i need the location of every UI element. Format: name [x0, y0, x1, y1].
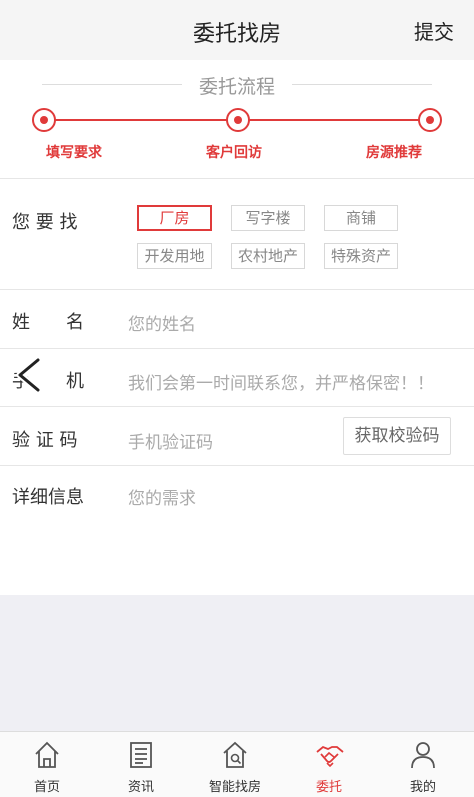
- tab-news[interactable]: 资讯: [94, 732, 188, 797]
- tab-home[interactable]: 首页: [0, 732, 94, 797]
- handshake-icon: [316, 745, 344, 768]
- code-input[interactable]: 手机验证码: [128, 428, 213, 453]
- divider-line: [292, 84, 432, 85]
- step-label-3: 房源推荐: [366, 145, 422, 161]
- tab-label: 我的: [409, 780, 436, 795]
- code-label: 验 证 码: [12, 430, 78, 451]
- flow-steps: 填写要求 客户回访 房源推荐: [0, 104, 474, 174]
- option-dev-land[interactable]: 开发用地: [137, 243, 212, 269]
- home-icon: [35, 741, 59, 768]
- detail-input[interactable]: 您的需求: [128, 484, 196, 509]
- step-label-1: 填写要求: [46, 145, 102, 161]
- name-input[interactable]: 您的姓名: [128, 310, 196, 335]
- demand-label: 您 要 找: [12, 212, 78, 233]
- person-icon: [411, 742, 435, 769]
- flow-title: 委托流程: [198, 76, 275, 98]
- option-office[interactable]: 写字楼: [231, 205, 305, 231]
- step-dot-1: [32, 108, 56, 132]
- submit-button[interactable]: 提交: [414, 16, 454, 45]
- divider: [0, 465, 474, 466]
- tab-label: 资讯: [127, 780, 154, 795]
- option-factory[interactable]: 厂房: [137, 205, 212, 231]
- tab-entrust[interactable]: 委托: [282, 732, 376, 797]
- smart-house-icon: [223, 741, 247, 768]
- step-dot-3: [418, 108, 442, 132]
- name-label: 姓 名: [12, 312, 84, 333]
- divider: [0, 348, 474, 349]
- tab-label: 委托: [315, 780, 342, 795]
- tab-bar: 首页 资讯 智能找房 委托 我的: [0, 731, 474, 797]
- option-shop[interactable]: 商铺: [324, 205, 398, 231]
- nav-header: 委托找房 提交: [0, 0, 474, 60]
- tab-label: 首页: [33, 780, 60, 795]
- divider: [0, 289, 474, 290]
- divider: [0, 406, 474, 407]
- divider: [0, 178, 474, 179]
- get-code-button[interactable]: 获取校验码: [343, 417, 451, 455]
- step-label-2: 客户回访: [206, 145, 262, 161]
- detail-label: 详细信息: [12, 487, 84, 508]
- tab-mine[interactable]: 我的: [376, 732, 474, 797]
- page-title: 委托找房: [192, 22, 281, 47]
- back-chevron-icon[interactable]: [14, 356, 44, 394]
- step-dot-2: [226, 108, 250, 132]
- option-special-asset[interactable]: 特殊资产: [324, 243, 398, 269]
- option-rural-property[interactable]: 农村地产: [231, 243, 305, 269]
- phone-input[interactable]: 我们会第一时间联系您，并严格保密！！: [128, 369, 434, 394]
- tab-label: 智能找房: [208, 780, 261, 795]
- flow-title-row: 委托流程: [0, 70, 474, 100]
- news-icon: [130, 742, 152, 768]
- tab-smart-search[interactable]: 智能找房: [188, 732, 282, 797]
